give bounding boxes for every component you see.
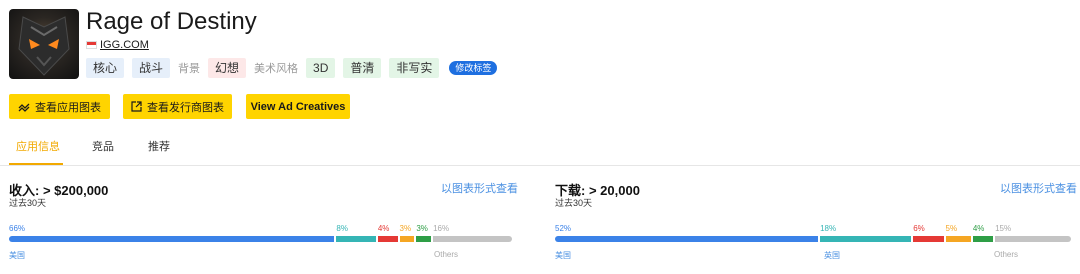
revenue-segment-5 <box>416 236 432 242</box>
revenue-segment-1 <box>9 236 335 242</box>
tab-recommended[interactable]: 推荐 <box>148 138 170 154</box>
downloads-segment-5-pct: 4% <box>972 224 985 233</box>
downloads-value: > 20,000 <box>588 183 640 198</box>
revenue-segment-4-pct: 3% <box>399 224 412 233</box>
revenue-segment-3-pct: 4% <box>377 224 390 233</box>
app-icon <box>9 9 79 79</box>
view-publisher-charts-label: 查看发行商图表 <box>147 101 224 114</box>
singapore-flag-icon <box>86 41 97 49</box>
revenue-segment-2 <box>336 236 376 242</box>
downloads-segment-1-pct: 52% <box>555 224 572 233</box>
revenue-segment-5-pct: 3% <box>416 224 428 233</box>
downloads-segment-4-pct: 5% <box>945 224 958 233</box>
downloads-segment-1 <box>555 236 819 242</box>
downloads-country-2-label: 英国 <box>824 251 840 260</box>
revenue-segment-3 <box>377 236 398 242</box>
revenue-country-label: 美国 <box>9 251 25 260</box>
tabs-divider <box>0 165 1080 166</box>
revenue-view-chart-link[interactable]: 以图表形式查看 <box>441 180 518 196</box>
tag-non-realistic: 非写实 <box>389 58 440 78</box>
downloads-segment-4 <box>945 236 971 242</box>
downloads-segment-6 <box>995 236 1071 242</box>
downloads-segment-3-pct: 6% <box>913 224 925 233</box>
publisher-link[interactable]: IGG.COM <box>100 39 149 51</box>
view-app-charts-button[interactable]: 查看应用图表 <box>9 94 110 119</box>
external-link-icon <box>131 101 142 112</box>
revenue-segment-4 <box>399 236 415 242</box>
publisher: IGG.COM <box>86 39 149 51</box>
downloads-country-1-label: 美国 <box>555 251 571 260</box>
tag-row: 核心 战斗 背景 幻想 美术风格 3D 普清 非写实 修改标签 <box>86 58 498 78</box>
downloads-segment-3 <box>913 236 944 242</box>
revenue-others-label: Others <box>434 250 459 259</box>
tab-app-info[interactable]: 应用信息 <box>16 138 60 154</box>
revenue-period: 过去30天 <box>9 198 47 208</box>
tab-competitors[interactable]: 竞品 <box>92 138 114 154</box>
tag-category-art-style: 美术风格 <box>254 63 299 75</box>
revenue-segment-6-pct: 16% <box>433 224 450 233</box>
downloads-segment-2 <box>820 236 912 242</box>
downloads-segment-2-pct: 18% <box>820 224 837 233</box>
tag-category-background: 背景 <box>178 63 201 75</box>
tag-combat: 战斗 <box>132 58 171 78</box>
downloads-view-chart-link[interactable]: 以图表形式查看 <box>1000 180 1077 196</box>
tag-core: 核心 <box>86 58 125 78</box>
revenue-segment-6 <box>433 236 512 242</box>
view-publisher-charts-button[interactable]: 查看发行商图表 <box>123 94 232 119</box>
edit-tags-button[interactable]: 修改标签 <box>449 61 498 75</box>
downloads-segment-6-pct: 15% <box>995 224 1012 233</box>
revenue-segment-1-pct: 66% <box>9 224 26 233</box>
downloads-segment-5 <box>972 236 994 242</box>
trend-icon <box>18 103 30 112</box>
revenue-value: > $200,000 <box>42 183 109 198</box>
downloads-period: 过去30天 <box>555 198 593 208</box>
app-title: Rage of Destiny <box>86 8 257 35</box>
revenue-segment-2-pct: 8% <box>336 224 348 233</box>
view-app-charts-label: 查看应用图表 <box>35 101 101 114</box>
tag-sd: 普清 <box>343 58 382 78</box>
tag-3d: 3D <box>306 58 336 78</box>
downloads-others-label: Others <box>994 250 1019 259</box>
view-ad-creatives-button[interactable]: View Ad Creatives <box>246 94 350 119</box>
tag-fantasy: 幻想 <box>208 58 247 78</box>
